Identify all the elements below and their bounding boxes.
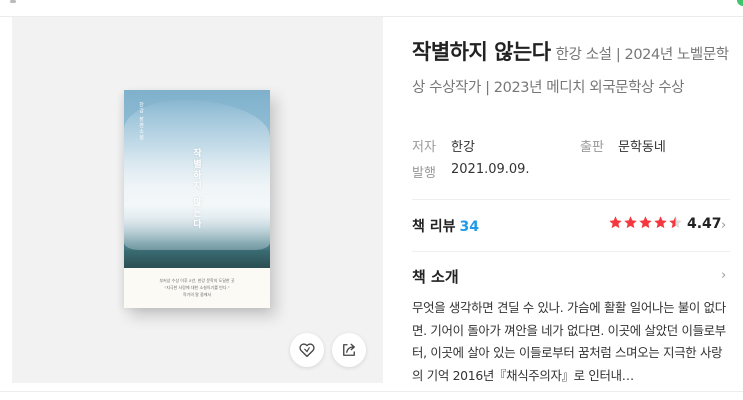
star-icon <box>654 216 667 229</box>
cover-artwork: 한강 장편소설 작별하지 않는다 <box>124 90 270 268</box>
intro-heading: 책 소개 <box>412 268 459 286</box>
intro-text: 무엇을 생각하면 견딜 수 있나. 가슴에 활활 일어나는 불이 없다면. 기어… <box>412 300 726 383</box>
cover-caption-line3: 작가의 말 중에서 <box>182 292 212 297</box>
rating-value: 4.47 <box>687 216 722 232</box>
intro-chevron-right-icon[interactable]: › <box>721 268 726 283</box>
cover-title-text: 작별하지 않는다 <box>191 148 201 231</box>
issued-label: 발행 <box>412 166 436 181</box>
book-cover[interactable]: 한강 장편소설 작별하지 않는다 부커상 수상 이후 5년, 한강 문학의 도달… <box>124 90 270 308</box>
bottom-divider <box>0 391 743 392</box>
book-title-block: 작별하지 않는다 한강 소설 | 2024년 노벨문학상 수상작가 | 2023… <box>412 36 732 104</box>
cover-caption: 부커상 수상 이후 5년, 한강 문학의 도달한 곳 "지극한 사랑에 대한 소… <box>132 277 262 298</box>
top-left-glyph <box>10 0 16 3</box>
cover-author-text: 한강 장편소설 <box>138 102 144 141</box>
star-icon <box>609 216 622 229</box>
divider-reviews <box>412 251 730 252</box>
author-link[interactable]: 한강 <box>451 136 475 155</box>
review-count: 34 <box>459 219 479 235</box>
share-button[interactable] <box>332 333 366 367</box>
publisher-label: 출판 <box>580 140 604 155</box>
cover-sea <box>124 250 270 268</box>
star-icon <box>624 216 637 229</box>
author-label: 저자 <box>412 140 436 155</box>
share-icon <box>343 343 355 356</box>
review-chevron-right-icon[interactable]: › <box>721 218 726 233</box>
divider-meta <box>412 199 730 200</box>
star-icon <box>639 216 652 229</box>
book-title: 작별하지 않는다 <box>412 40 551 64</box>
cover-caption-line1: 부커상 수상 이후 5년, 한강 문학의 도달한 곳 <box>159 278 235 283</box>
review-section-link[interactable]: 책 리뷰 34 <box>412 216 479 236</box>
review-label: 책 리뷰 <box>412 219 456 235</box>
publisher-link[interactable]: 문학동네 <box>618 136 666 155</box>
status-dot <box>737 0 743 6</box>
cover-caption-line2: "지극한 사랑에 대한 소설이기를 빈다." <box>164 285 230 290</box>
book-image-panel: 한강 장편소설 작별하지 않는다 부커상 수상 이후 5년, 한강 문학의 도달… <box>12 17 383 383</box>
issued-date: 2021.09.09. <box>451 162 530 177</box>
heart-icon <box>299 343 315 358</box>
star-rating <box>608 215 683 230</box>
star-half-icon <box>669 216 682 229</box>
like-button[interactable] <box>290 333 324 367</box>
